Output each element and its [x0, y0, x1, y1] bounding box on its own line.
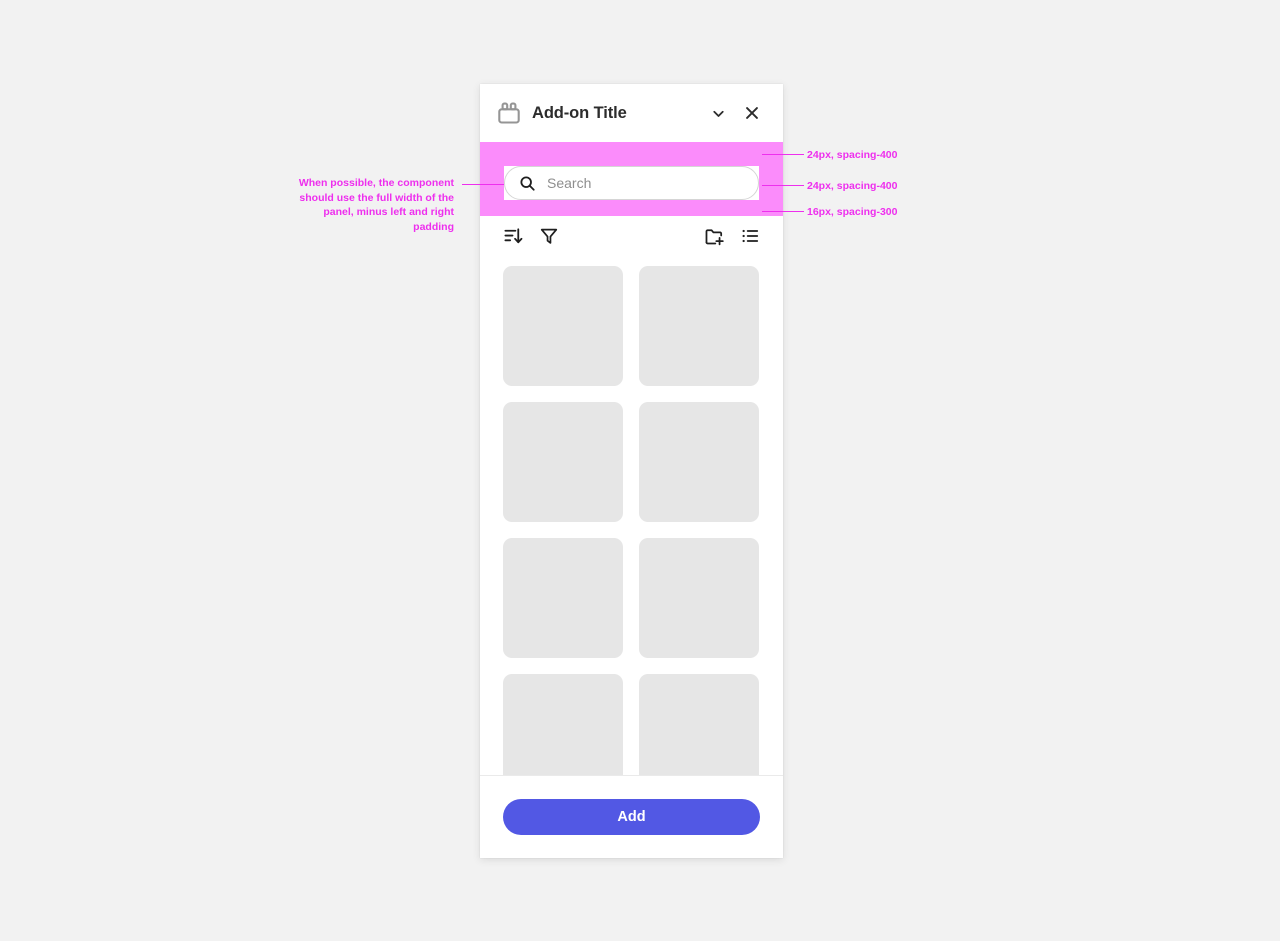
- search-icon: [519, 175, 536, 192]
- spacing-highlight-bottom: [480, 200, 783, 216]
- annotation-leader-line: [462, 184, 504, 185]
- spacing-highlight-left: [480, 166, 504, 200]
- page-title: Add-on Title: [532, 103, 627, 122]
- filter-icon[interactable]: [538, 225, 560, 247]
- annotation-leader-line: [762, 154, 804, 155]
- chevron-down-icon[interactable]: [705, 100, 731, 126]
- card-grid-scroll-area[interactable]: [480, 256, 783, 775]
- close-icon[interactable]: [739, 100, 765, 126]
- list-view-icon[interactable]: [739, 225, 761, 247]
- grid-card[interactable]: [639, 674, 759, 775]
- grid-card[interactable]: [639, 266, 759, 386]
- search-input[interactable]: Search: [504, 166, 759, 200]
- grid-card[interactable]: [503, 402, 623, 522]
- grid-card[interactable]: [639, 402, 759, 522]
- annotation-left-note: When possible, the component should use …: [298, 177, 454, 233]
- addon-plugin-icon: [496, 100, 522, 126]
- grid-card[interactable]: [503, 674, 623, 775]
- panel-footer: Add: [480, 775, 783, 858]
- add-button[interactable]: Add: [503, 799, 760, 835]
- spacing-highlight-right: [759, 166, 783, 200]
- annotation-leader-line: [762, 185, 804, 186]
- new-folder-icon[interactable]: [703, 225, 725, 247]
- annotation-spacing-top: 24px, spacing-400: [807, 149, 898, 161]
- card-grid: [480, 256, 783, 775]
- panel-header: Add-on Title: [480, 84, 783, 142]
- annotation-leader-line: [762, 211, 804, 212]
- search-placeholder: Search: [547, 175, 592, 191]
- grid-card[interactable]: [503, 266, 623, 386]
- grid-card[interactable]: [639, 538, 759, 658]
- grid-card[interactable]: [503, 538, 623, 658]
- toolbar-right-group: [703, 225, 761, 247]
- addon-panel: Add-on Title Search Add: [480, 84, 783, 858]
- annotation-spacing-sides: 24px, spacing-400: [807, 180, 898, 192]
- annotation-spacing-bottom: 16px, spacing-300: [807, 206, 898, 218]
- toolbar-left-group: [502, 225, 560, 247]
- sort-icon[interactable]: [502, 225, 524, 247]
- grid-toolbar: [480, 216, 783, 256]
- spacing-highlight-top: [480, 142, 783, 166]
- search-row: Search: [480, 166, 783, 200]
